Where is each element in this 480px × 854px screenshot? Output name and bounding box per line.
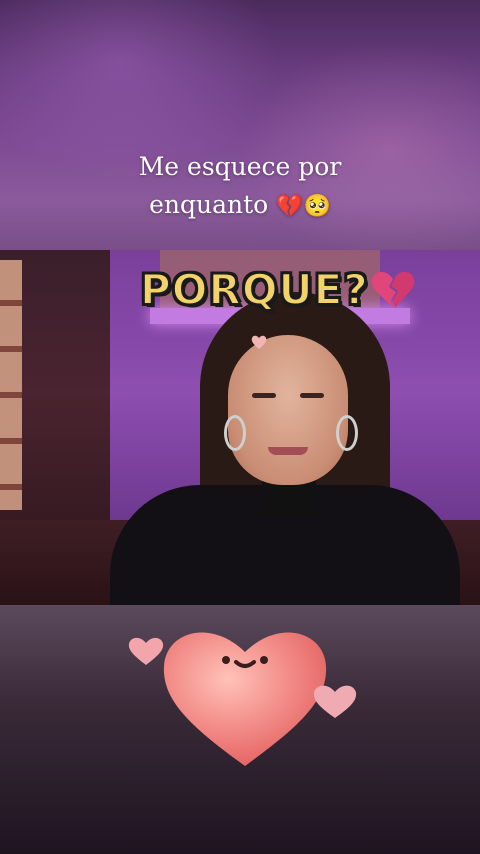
pink-heart-icon (128, 637, 164, 665)
broken-heart-icon (371, 271, 415, 308)
caption-emojis: 💔🥺 (276, 194, 331, 219)
smiling-heart-icon (163, 632, 327, 766)
earring-right (336, 415, 358, 451)
caption-line-1: Me esquece por (138, 152, 342, 181)
eye-left (252, 393, 276, 398)
caption-band: Me esquece por enquanto 💔🥺 (0, 0, 480, 250)
earring-left (224, 415, 246, 451)
person-face (228, 335, 348, 485)
caption-word: enquanto (149, 190, 269, 219)
caption-text: Me esquece por enquanto 💔🥺 (0, 148, 480, 226)
mouth (268, 447, 308, 455)
eye-right (300, 393, 324, 398)
overlay-question-text: PORQUE? (139, 264, 369, 315)
background-window (0, 260, 22, 510)
caption-line-2: enquanto 💔🥺 (0, 186, 480, 226)
pink-heart-icon (313, 685, 357, 718)
small-heart-icon (251, 335, 267, 349)
